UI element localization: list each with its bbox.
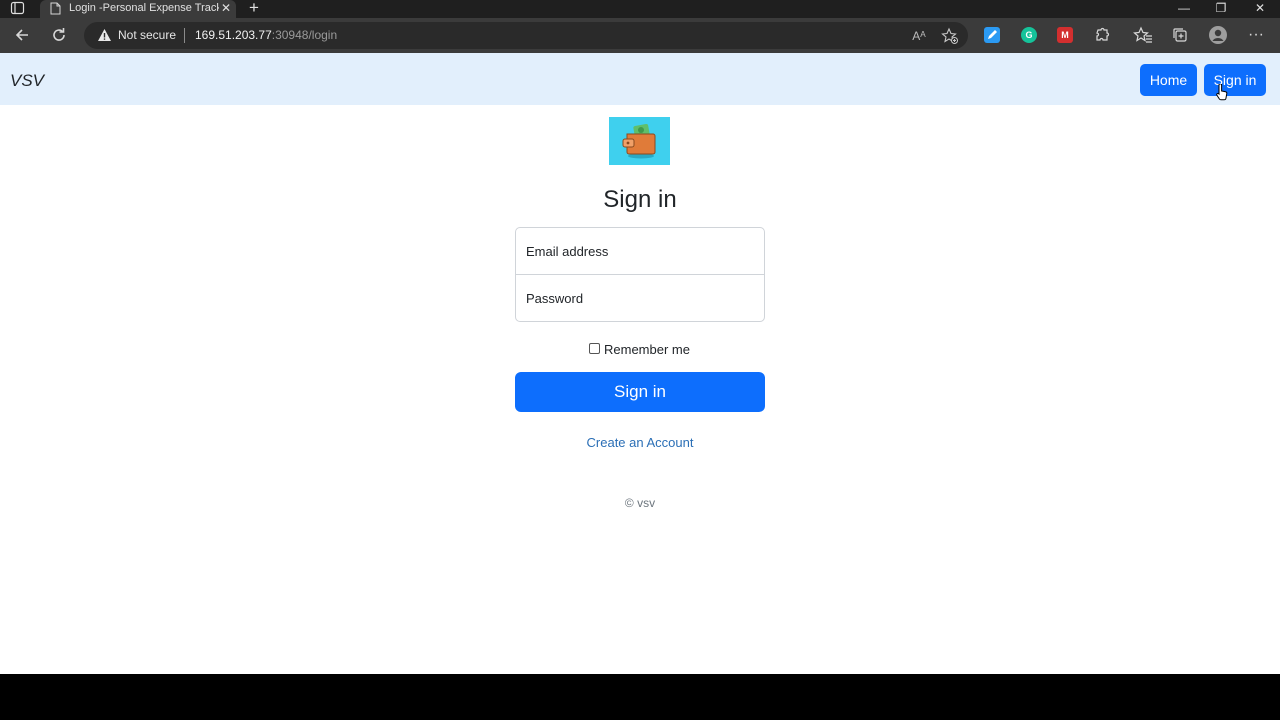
- read-aloud-icon[interactable]: Aᴬ: [910, 27, 928, 45]
- security-status[interactable]: Not secure: [118, 28, 176, 43]
- grammarly-icon[interactable]: G: [1021, 27, 1037, 43]
- tab-title: Login -Personal Expense Tracker: [69, 2, 219, 14]
- browser-toolbar: Not secure 169.51.203.77:30948/login Aᴬ …: [0, 18, 1280, 53]
- password-field[interactable]: Password: [515, 274, 765, 322]
- refresh-icon[interactable]: [49, 25, 69, 45]
- extensions-icon[interactable]: [1092, 25, 1112, 45]
- email-input[interactable]: [516, 228, 764, 274]
- remember-me-checkbox[interactable]: [589, 343, 600, 354]
- page-title: Sign in: [603, 186, 677, 213]
- page-icon: [50, 2, 61, 15]
- address-separator: [184, 28, 185, 43]
- close-tab-icon[interactable]: ✕: [219, 1, 233, 15]
- password-input[interactable]: [516, 275, 764, 321]
- email-field[interactable]: Email address: [515, 227, 765, 275]
- restore-button[interactable]: ❐: [1203, 0, 1239, 18]
- nav-signin-button[interactable]: Sign in: [1204, 64, 1266, 96]
- url-path: :30948/login: [271, 28, 338, 42]
- home-button[interactable]: Home: [1140, 64, 1197, 96]
- more-menu-icon[interactable]: ···: [1246, 25, 1266, 45]
- wallet-logo-image: [609, 117, 670, 165]
- footer-copyright: © vsv: [624, 496, 656, 510]
- url-text[interactable]: 169.51.203.77:30948/login: [195, 28, 337, 43]
- signin-submit-button[interactable]: Sign in: [515, 372, 765, 412]
- screen: Login -Personal Expense Tracker ✕ + — ❐ …: [0, 0, 1280, 674]
- remember-me-label[interactable]: Remember me: [604, 342, 690, 357]
- add-favorite-icon[interactable]: [941, 27, 959, 45]
- create-account-link[interactable]: Create an Account: [540, 435, 740, 451]
- back-icon[interactable]: [12, 25, 32, 45]
- mouse-cursor-icon: [1216, 83, 1228, 101]
- new-tab-button[interactable]: +: [245, 0, 263, 18]
- profile-avatar-icon[interactable]: [1208, 25, 1228, 45]
- close-window-button[interactable]: ✕: [1242, 0, 1278, 18]
- tab-actions-icon[interactable]: [10, 1, 26, 15]
- warning-icon[interactable]: [97, 28, 112, 42]
- url-host: 169.51.203.77: [195, 28, 272, 42]
- extension-pen-icon[interactable]: [984, 27, 1000, 43]
- collections-icon[interactable]: [1170, 25, 1190, 45]
- extension-m-icon[interactable]: M: [1057, 27, 1073, 43]
- favorites-icon[interactable]: [1133, 25, 1153, 45]
- address-bar[interactable]: Not secure 169.51.203.77:30948/login Aᴬ: [84, 22, 968, 49]
- brand-logo-text[interactable]: VSV: [10, 71, 44, 91]
- minimize-button[interactable]: —: [1166, 0, 1202, 18]
- site-navbar: VSV Home Sign in: [0, 53, 1280, 105]
- browser-tab-strip: Login -Personal Expense Tracker ✕ + — ❐ …: [0, 0, 1280, 18]
- browser-tab-login[interactable]: Login -Personal Expense Tracker ✕: [40, 0, 236, 18]
